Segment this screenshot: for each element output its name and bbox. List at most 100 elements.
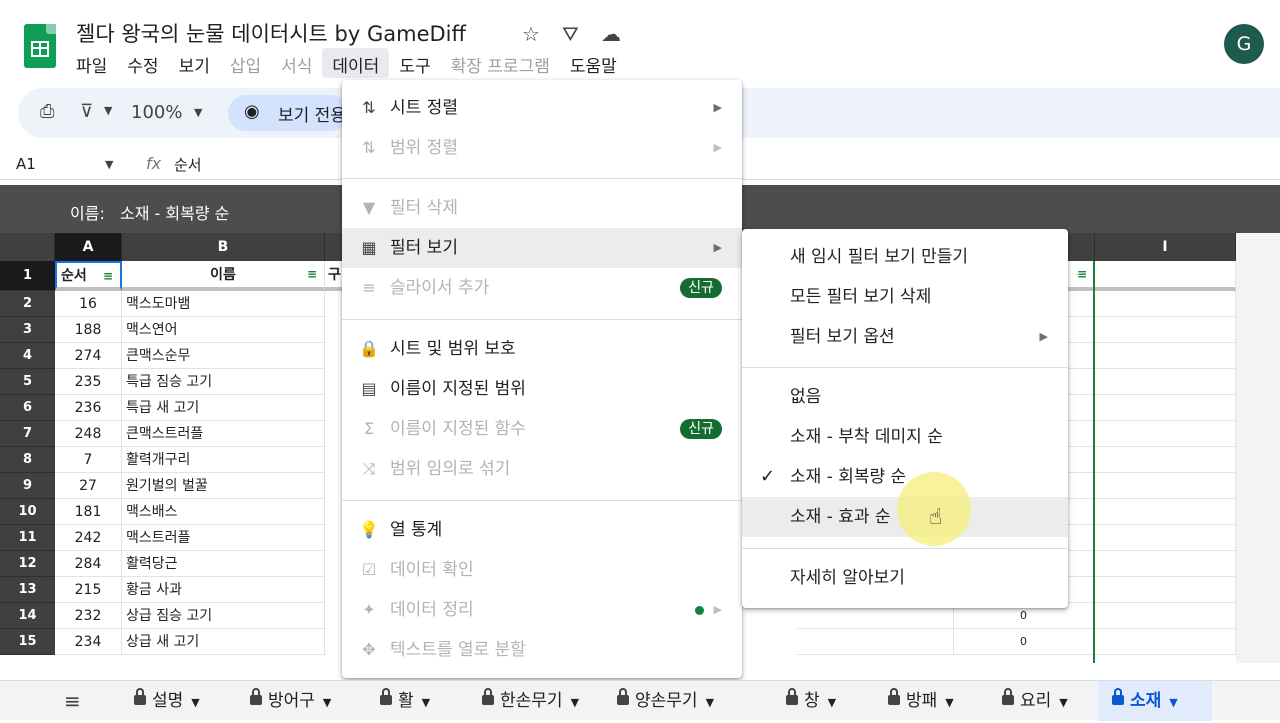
menu-5[interactable]: 데이터 [322,48,390,78]
cell-order[interactable]: 7 [55,447,122,473]
cell-order[interactable]: 232 [55,603,122,629]
filter-view-name[interactable]: 소재 - 회복량 순 [120,200,229,224]
sheet-tab-2[interactable]: 활 ▼ [366,681,456,721]
cell-i[interactable] [1095,369,1236,395]
row-header[interactable]: 4 [0,343,55,369]
star-icon[interactable]: ☆ [522,22,540,46]
filter-view-submenu-item-3[interactable]: 없음 [742,377,1068,417]
filter-view-submenu-item-0[interactable]: 새 임시 필터 보기 만들기 [742,237,1068,277]
header-cell-h[interactable]: ≡ [1068,261,1095,291]
row-header[interactable]: 3 [0,317,55,343]
data-menu-item-2[interactable]: ▼ 필터 삭제 [342,188,742,228]
row-header[interactable]: 9 [0,473,55,499]
menu-6[interactable]: 도구 [389,48,440,78]
cell-i[interactable] [1095,551,1236,577]
cell-i[interactable] [1095,421,1236,447]
cell-order[interactable]: 242 [55,525,122,551]
menu-2[interactable]: 보기 [169,48,220,78]
sheet-tab-dropdown-icon[interactable]: ▼ [191,696,199,709]
menu-0[interactable]: 파일 [66,48,117,78]
sheet-tab-0[interactable]: 설명 ▼ [120,681,224,721]
data-menu-item-0[interactable]: ⇅ 시트 정렬 ▶ [342,88,742,128]
cell-i[interactable] [1095,395,1236,421]
sheet-tab-dropdown-icon[interactable]: ▼ [422,696,430,709]
view-only-pill[interactable]: ◉ 보기 전용 [228,95,348,131]
cell-name[interactable]: 원기벌의 벌꿀 [122,473,325,499]
cell-order[interactable]: 188 [55,317,122,343]
row-header[interactable]: 15 [0,629,55,655]
sheet-tab-dropdown-icon[interactable]: ▼ [828,696,836,709]
row-header-1[interactable]: 1 [0,261,55,291]
cell-name[interactable]: 활력개구리 [122,447,325,473]
row-header[interactable]: 6 [0,395,55,421]
cell-name[interactable]: 큰맥스순무 [122,343,325,369]
sheet-tab-3[interactable]: 한손무기 ▼ [468,681,592,721]
cell-name[interactable]: 상급 짐승 고기 [122,603,325,629]
cell-i[interactable] [1095,317,1236,343]
header-cell-order[interactable]: 순서 ≡ [55,261,122,291]
data-menu-item-8[interactable]: ⤨ 범위 임의로 섞기 [342,449,742,489]
zoom-value[interactable]: 100% [131,102,182,123]
sheet-tab-4[interactable]: 양손무기 ▼ [603,681,760,721]
cell-order[interactable]: 236 [55,395,122,421]
sheet-tab-7[interactable]: 요리 ▼ [988,681,1086,721]
cell-name[interactable]: 맥스트러플 [122,525,325,551]
header-cell-name[interactable]: 이름 ≡ [122,261,325,291]
menu-8[interactable]: 도움말 [560,48,627,78]
sheet-tab-8[interactable]: 소재 ▼ [1098,681,1212,721]
cell-i[interactable] [1095,291,1236,317]
row-header[interactable]: 8 [0,447,55,473]
filter-toggle-icon[interactable]: ⊽ [80,101,93,122]
row-header[interactable]: 2 [0,291,55,317]
menu-1[interactable]: 수정 [117,48,168,78]
cell-order[interactable]: 234 [55,629,122,655]
sheet-tab-dropdown-icon[interactable]: ▼ [323,696,331,709]
row-header[interactable]: 12 [0,551,55,577]
name-box-dropdown-icon[interactable]: ▼ [105,158,113,171]
filter-view-submenu-item-1[interactable]: 모든 필터 보기 삭제 [742,277,1068,317]
menu-4[interactable]: 서식 [271,48,322,78]
filter-h-icon[interactable]: ≡ [1074,267,1090,281]
all-sheets-icon[interactable]: ≡ [64,689,81,713]
data-menu-item-5[interactable]: 🔒 시트 및 범위 보호 [342,329,742,369]
sheet-tab-5[interactable]: 창 ▼ [772,681,862,721]
menu-3[interactable]: 삽입 [220,48,271,78]
data-menu-item-4[interactable]: ≡ 슬라이서 추가 신규 [342,268,742,308]
filter-view-submenu-item-2[interactable]: 필터 보기 옵션 ▶ [742,317,1068,357]
cell-order[interactable]: 248 [55,421,122,447]
cell-g[interactable] [797,629,954,655]
document-title[interactable]: 젤다 왕국의 눈물 데이터시트 by GameDiff [76,18,466,48]
sheets-logo-icon[interactable] [24,24,56,68]
cloud-status-icon[interactable]: ☁ [601,22,621,46]
sheet-tab-dropdown-icon[interactable]: ▼ [571,696,579,709]
column-header-i[interactable]: I [1095,233,1236,261]
cell-order[interactable]: 284 [55,551,122,577]
cell-name[interactable]: 특급 짐승 고기 [122,369,325,395]
row-header[interactable]: 7 [0,421,55,447]
data-menu-item-9[interactable]: 💡 열 통계 [342,510,742,550]
column-header-b[interactable]: B [122,233,325,261]
data-menu-item-7[interactable]: Σ 이름이 지정된 함수 신규 [342,409,742,449]
sheet-tab-dropdown-icon[interactable]: ▼ [706,696,714,709]
name-box[interactable]: A1 [16,155,36,173]
column-header-a[interactable]: A [55,233,122,261]
data-menu-item-1[interactable]: ⇅ 범위 정렬 ▶ [342,128,742,168]
cell-i[interactable] [1095,603,1236,629]
avatar[interactable]: G [1224,24,1264,64]
cell-order[interactable]: 181 [55,499,122,525]
cell-order[interactable]: 235 [55,369,122,395]
filter-view-submenu-item-4[interactable]: 소재 - 부착 데미지 순 [742,417,1068,457]
row-header[interactable]: 14 [0,603,55,629]
cell-order[interactable]: 27 [55,473,122,499]
cell-order[interactable]: 215 [55,577,122,603]
cell-i[interactable] [1095,629,1236,655]
print-icon[interactable]: ⎙ [40,101,54,122]
formula-input[interactable]: 순서 [174,154,202,175]
filter-view-submenu-item-7[interactable]: 자세히 알아보기 [742,558,1068,598]
sheet-tab-dropdown-icon[interactable]: ▼ [1059,696,1067,709]
filter-name-icon[interactable]: ≡ [304,267,320,281]
cell-i[interactable] [1095,343,1236,369]
cell-name[interactable]: 큰맥스트러플 [122,421,325,447]
sheet-tab-dropdown-icon[interactable]: ▼ [1169,696,1177,709]
row-header[interactable]: 10 [0,499,55,525]
